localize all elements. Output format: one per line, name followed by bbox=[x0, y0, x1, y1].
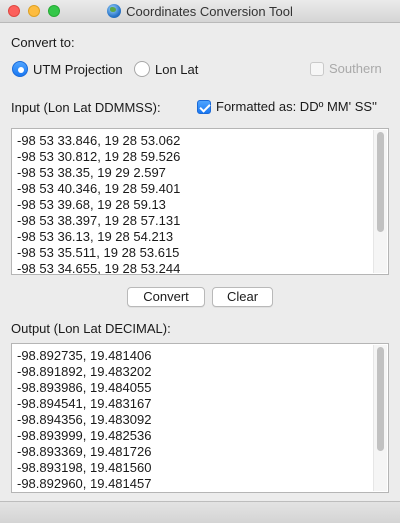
input-textarea[interactable]: -98 53 33.846, 19 28 53.062 -98 53 30.81… bbox=[11, 128, 389, 275]
input-line: -98 53 38.35, 19 29 2.597 bbox=[17, 165, 166, 180]
output-textarea[interactable]: -98.892735, 19.481406 -98.891892, 19.483… bbox=[11, 343, 389, 493]
southern-checkbox[interactable]: Southern bbox=[310, 61, 382, 76]
output-line: -98.893986, 19.484055 bbox=[17, 380, 152, 395]
output-line: -98.894356, 19.483092 bbox=[17, 412, 152, 427]
title-bar[interactable]: Coordinates Conversion Tool bbox=[0, 0, 400, 23]
southern-checkbox-box[interactable] bbox=[310, 61, 324, 76]
radio-utm-label: UTM Projection bbox=[33, 61, 123, 77]
output-scrollbar[interactable] bbox=[373, 345, 387, 491]
output-line: -98.891892, 19.483202 bbox=[17, 364, 152, 379]
output-line: -98.894541, 19.483167 bbox=[17, 396, 152, 411]
input-scrollbar[interactable] bbox=[373, 130, 387, 273]
output-line: -98.892735, 19.481406 bbox=[17, 348, 152, 363]
radio-selected-indicator[interactable] bbox=[12, 61, 28, 77]
southern-label: Southern bbox=[329, 61, 382, 76]
formatted-label: Formatted as: DDº MM' SS'' bbox=[216, 99, 378, 114]
output-line: -98.892960, 19.481457 bbox=[17, 476, 152, 491]
window-controls bbox=[8, 5, 60, 17]
clear-button[interactable]: Clear bbox=[212, 287, 273, 307]
input-line: -98 53 34.655, 19 28 53.244 bbox=[17, 261, 181, 275]
input-line: -98 53 38.397, 19 28 57.131 bbox=[17, 213, 181, 228]
radio-lon-lat[interactable]: Lon Lat bbox=[134, 61, 198, 77]
output-line: -98.893198, 19.481560 bbox=[17, 460, 152, 475]
input-line: -98 53 33.846, 19 28 53.062 bbox=[17, 133, 181, 148]
radio-lonlat-label: Lon Lat bbox=[155, 61, 199, 77]
input-lines: -98 53 33.846, 19 28 53.062 -98 53 30.81… bbox=[17, 133, 181, 275]
window-title: Coordinates Conversion Tool bbox=[126, 3, 293, 19]
minimize-button[interactable] bbox=[28, 5, 40, 17]
input-scrollbar-thumb[interactable] bbox=[377, 132, 384, 232]
output-line: -98.893369, 19.481726 bbox=[17, 444, 152, 459]
output-line: -98.893999, 19.482536 bbox=[17, 428, 152, 443]
window-title-group: Coordinates Conversion Tool bbox=[107, 4, 293, 19]
input-label: Input (Lon Lat DDMMSS): bbox=[11, 100, 161, 115]
close-button[interactable] bbox=[8, 5, 20, 17]
formatted-checkbox-box[interactable] bbox=[197, 99, 211, 114]
output-lines: -98.892735, 19.481406 -98.891892, 19.483… bbox=[17, 348, 151, 492]
convert-to-label: Convert to: bbox=[11, 35, 75, 50]
input-line: -98 53 35.511, 19 28 53.615 bbox=[17, 245, 180, 260]
input-line: -98 53 30.812, 19 28 59.526 bbox=[17, 149, 181, 164]
convert-button[interactable]: Convert bbox=[127, 287, 205, 307]
zoom-button[interactable] bbox=[48, 5, 60, 17]
output-label: Output (Lon Lat DECIMAL): bbox=[11, 321, 171, 336]
input-line: -98 53 36.13, 19 28 54.213 bbox=[17, 229, 174, 244]
app-window: Coordinates Conversion Tool Convert to: … bbox=[0, 0, 400, 523]
input-line: -98 53 39.68, 19 28 59.13 bbox=[17, 197, 166, 212]
radio-unselected-indicator[interactable] bbox=[134, 61, 150, 77]
globe-icon bbox=[107, 4, 122, 18]
bottom-bar bbox=[0, 501, 400, 523]
input-line: -98 53 40.346, 19 28 59.401 bbox=[17, 181, 181, 196]
output-scrollbar-thumb[interactable] bbox=[377, 347, 384, 451]
radio-utm-projection[interactable]: UTM Projection bbox=[12, 61, 123, 77]
formatted-checkbox[interactable]: Formatted as: DDº MM' SS'' bbox=[197, 99, 377, 114]
